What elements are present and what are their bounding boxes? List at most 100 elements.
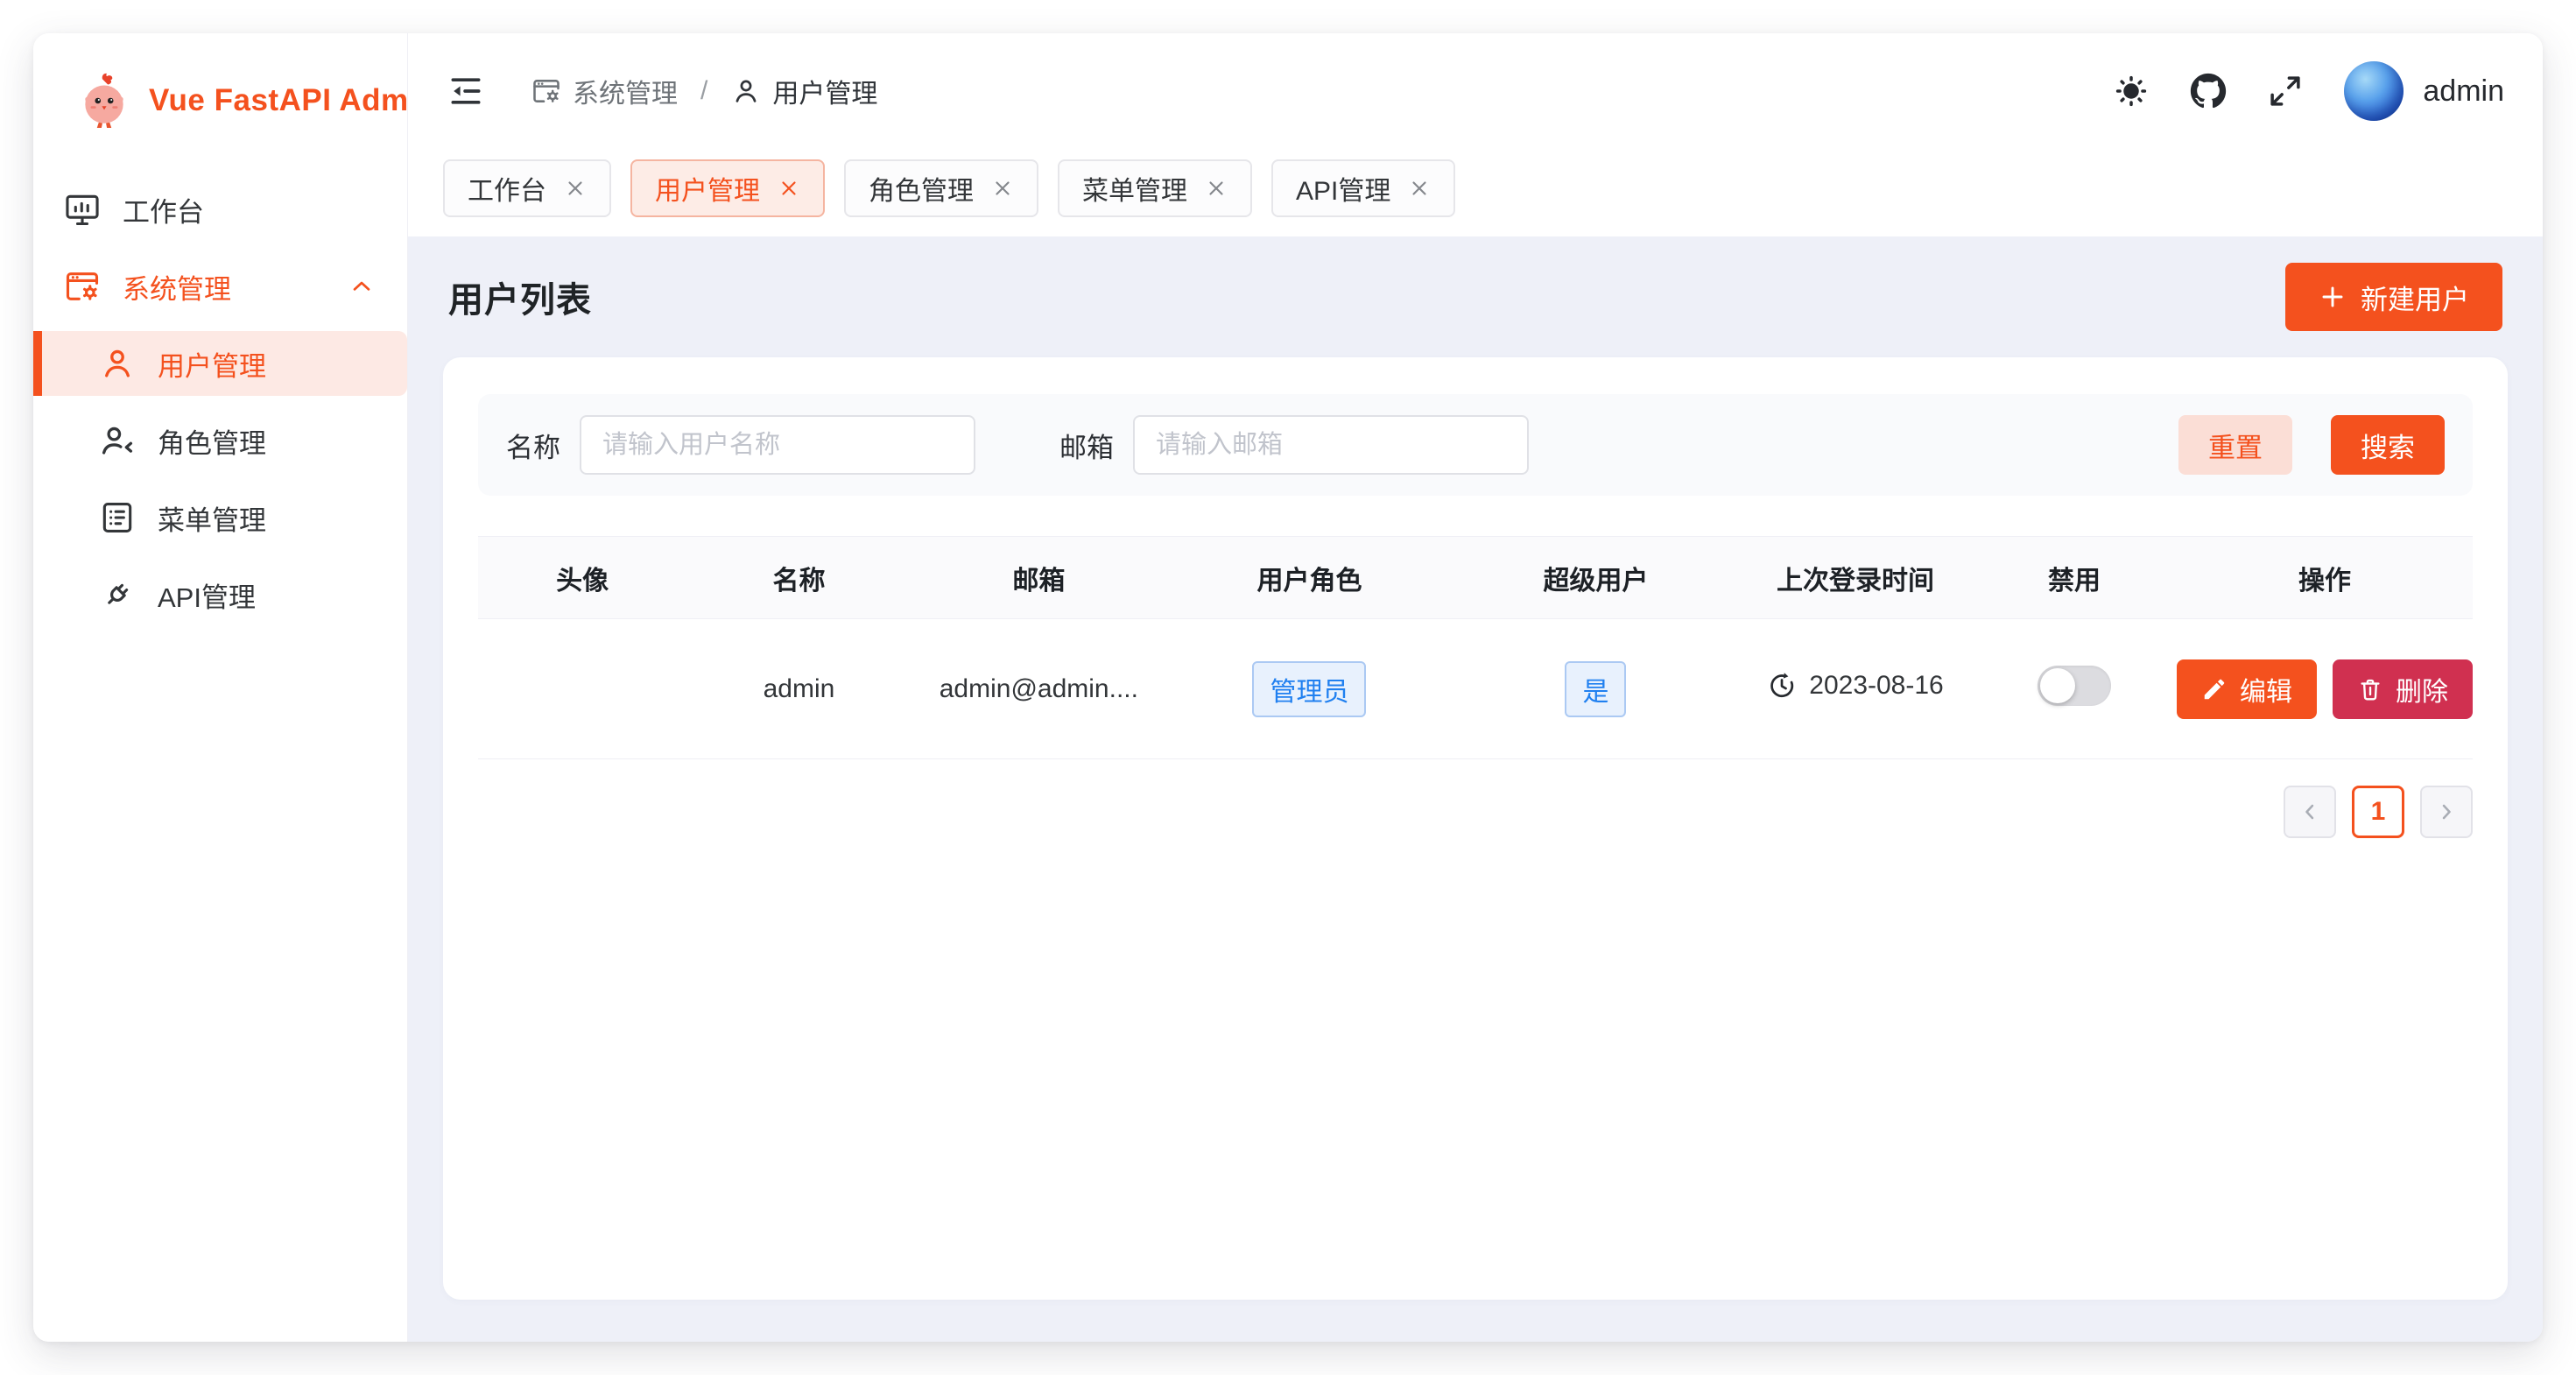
tab-label: API管理 <box>1296 169 1390 208</box>
header-disabled: 禁用 <box>1972 537 2177 619</box>
create-user-label: 新建用户 <box>2361 278 2469 317</box>
collapse-sidebar-icon[interactable] <box>447 72 485 110</box>
email-filter-input[interactable] <box>1133 415 1529 475</box>
cell-avatar <box>478 619 686 759</box>
tab-label: 工作台 <box>468 169 546 208</box>
tab-api-management[interactable]: API管理 <box>1271 159 1455 217</box>
header-superuser: 超级用户 <box>1453 537 1739 619</box>
chevron-left-icon <box>2298 800 2322 824</box>
pencil-icon <box>2201 676 2228 702</box>
email-filter-group: 邮箱 <box>1059 415 1529 475</box>
delete-label: 删除 <box>2396 670 2448 709</box>
search-button[interactable]: 搜索 <box>2331 415 2445 475</box>
sidebar-item-label: API管理 <box>158 575 256 615</box>
reset-button[interactable]: 重置 <box>2178 415 2292 475</box>
header-last-login: 上次登录时间 <box>1739 537 1972 619</box>
tab-label: 角色管理 <box>869 169 974 208</box>
app-window: Vue FastAPI Admin 工作台 <box>33 33 2543 1342</box>
pagination: 1 <box>478 786 2473 838</box>
header-name: 名称 <box>686 537 911 619</box>
theme-sun-icon[interactable] <box>2113 73 2150 109</box>
tab-menu-management[interactable]: 菜单管理 <box>1058 159 1252 217</box>
disabled-toggle[interactable] <box>2038 666 2111 706</box>
clock-history-icon <box>1767 671 1797 701</box>
sidebar-item-system[interactable]: 系统管理 <box>33 254 407 319</box>
sidebar: Vue FastAPI Admin 工作台 <box>33 33 408 1342</box>
window-gear-icon <box>63 267 102 306</box>
prev-page-button[interactable] <box>2284 786 2336 838</box>
sidebar-item-workbench[interactable]: 工作台 <box>33 177 407 242</box>
avatar <box>2344 61 2404 121</box>
tab-label: 菜单管理 <box>1082 169 1187 208</box>
cell-superuser: 是 <box>1453 619 1739 759</box>
delete-button[interactable]: 删除 <box>2333 659 2473 719</box>
create-user-button[interactable]: 新建用户 <box>2285 263 2502 331</box>
tab-bar: 工作台 用户管理 角色管理 菜单管理 <box>408 149 2543 236</box>
cell-last-login: 2023-08-16 <box>1739 619 1972 759</box>
app-title: Vue FastAPI Admin <box>149 83 437 118</box>
header-email: 邮箱 <box>911 537 1166 619</box>
chevron-right-icon <box>2434 800 2459 824</box>
next-page-button[interactable] <box>2420 786 2473 838</box>
content-area: 用户列表 新建用户 名称 邮箱 <box>408 236 2543 1342</box>
toggle-knob <box>2040 668 2075 703</box>
breadcrumb-label: 系统管理 <box>573 72 678 110</box>
name-filter-label: 名称 <box>506 426 560 465</box>
main-area: 系统管理 / 用户管理 <box>408 33 2543 1342</box>
header-actions: 操作 <box>2177 537 2473 619</box>
breadcrumb-separator: / <box>700 76 707 106</box>
plus-icon <box>2319 283 2347 311</box>
name-filter-input[interactable] <box>580 415 975 475</box>
close-icon[interactable] <box>1205 177 1228 200</box>
trash-icon <box>2357 676 2383 702</box>
edit-button[interactable]: 编辑 <box>2177 659 2317 719</box>
sidebar-item-label: 系统管理 <box>123 267 231 307</box>
window-gear-icon <box>531 75 562 107</box>
topbar-actions: admin <box>2113 61 2504 121</box>
github-icon[interactable] <box>2190 73 2227 109</box>
breadcrumb-system[interactable]: 系统管理 <box>531 72 678 110</box>
close-icon[interactable] <box>991 177 1014 200</box>
name-filter-group: 名称 <box>506 415 975 475</box>
email-filter-label: 邮箱 <box>1059 426 1114 465</box>
plug-icon <box>98 575 137 614</box>
user-menu[interactable]: admin <box>2344 61 2504 121</box>
page-title: 用户列表 <box>448 271 592 322</box>
edit-label: 编辑 <box>2240 670 2292 709</box>
page-number-1[interactable]: 1 <box>2352 786 2404 838</box>
sidebar-item-label: 工作台 <box>123 190 204 229</box>
header-avatar: 头像 <box>478 537 686 619</box>
tab-role-management[interactable]: 角色管理 <box>844 159 1038 217</box>
sidebar-item-label: 用户管理 <box>158 344 266 384</box>
tab-label: 用户管理 <box>655 169 760 208</box>
cell-name: admin <box>686 619 911 759</box>
user-list-card: 名称 邮箱 重置 搜索 头像 名称 <box>443 357 2508 1300</box>
user-table: 头像 名称 邮箱 用户角色 超级用户 上次登录时间 禁用 操作 <box>478 536 2473 759</box>
person-arrow-icon <box>98 421 137 460</box>
header-role: 用户角色 <box>1166 537 1453 619</box>
close-icon[interactable] <box>778 177 800 200</box>
fullscreen-icon[interactable] <box>2267 73 2304 109</box>
username: admin <box>2423 74 2504 109</box>
close-icon[interactable] <box>1408 177 1431 200</box>
tab-user-management[interactable]: 用户管理 <box>630 159 825 217</box>
cell-actions: 编辑 <box>2177 619 2473 759</box>
cell-email: admin@admin.... <box>911 619 1166 759</box>
sidebar-item-menu-management[interactable]: 菜单管理 <box>33 485 407 550</box>
close-icon[interactable] <box>564 177 587 200</box>
superuser-tag: 是 <box>1565 661 1626 717</box>
sidebar-item-api-management[interactable]: API管理 <box>33 562 407 627</box>
sidebar-item-user-management[interactable]: 用户管理 <box>33 331 407 396</box>
sidebar-item-label: 菜单管理 <box>158 498 266 538</box>
breadcrumb-users[interactable]: 用户管理 <box>730 72 877 110</box>
logo: Vue FastAPI Admin <box>33 33 407 161</box>
person-icon <box>730 75 762 107</box>
sidebar-item-label: 角色管理 <box>158 421 266 461</box>
sidebar-item-role-management[interactable]: 角色管理 <box>33 408 407 473</box>
person-icon <box>98 344 137 383</box>
filter-bar: 名称 邮箱 重置 搜索 <box>478 394 2473 496</box>
table-row: admin admin@admin.... 管理员 是 <box>478 619 2473 759</box>
chick-logo-icon <box>75 72 133 130</box>
tab-workbench[interactable]: 工作台 <box>443 159 611 217</box>
page-header: 用户列表 新建用户 <box>443 263 2508 331</box>
